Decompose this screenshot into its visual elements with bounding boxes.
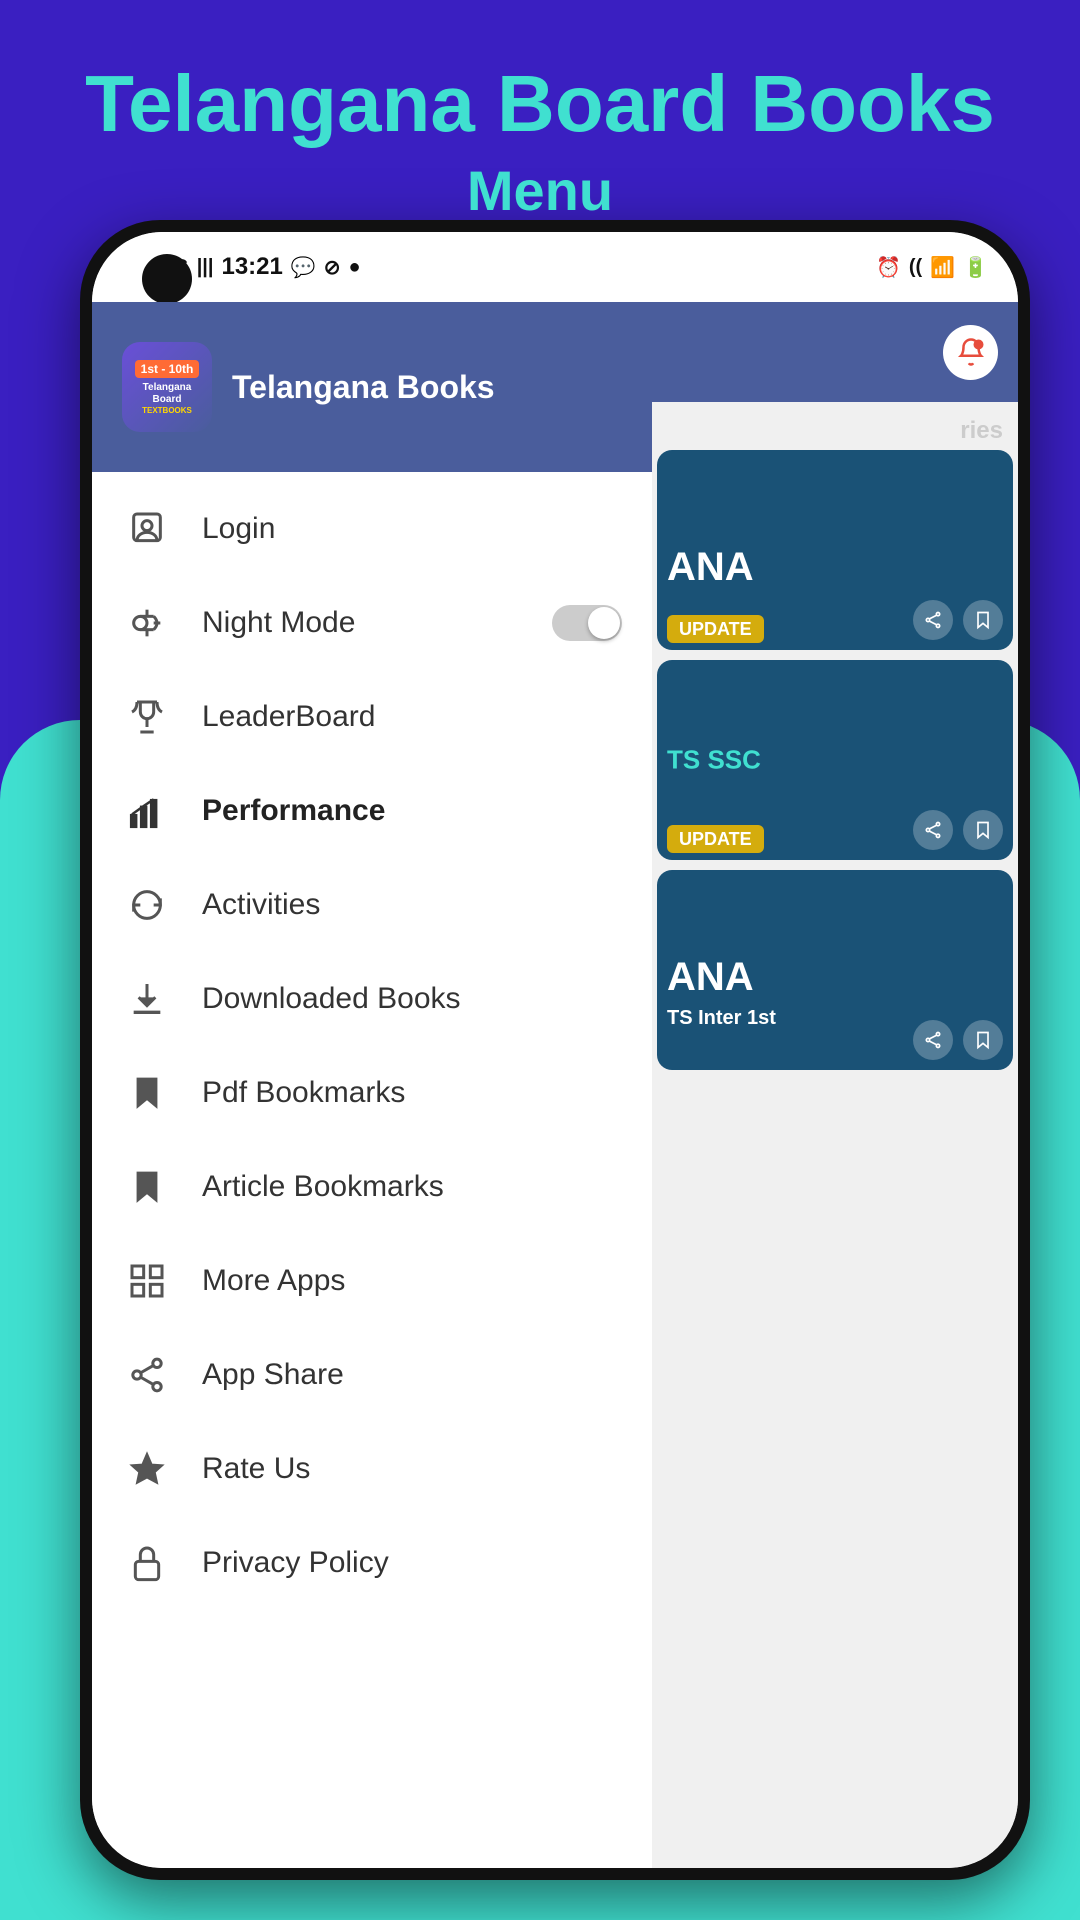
bookmark2-icon: [122, 1162, 172, 1212]
menu-label-night-mode: Night Mode: [202, 606, 522, 640]
download-icon: [122, 974, 172, 1024]
menu-label-login: Login: [202, 512, 622, 546]
status-bar: 4G ||| 13:21 💬 ⊘ ● ⏰ (( 📶 🔋: [92, 232, 1018, 302]
card2-badge: UPDATE: [667, 825, 764, 853]
menu-item-rate-us[interactable]: Rate Us: [92, 1422, 652, 1516]
share-action-icon[interactable]: [913, 600, 953, 640]
menu-item-more-apps[interactable]: More Apps: [92, 1234, 652, 1328]
card3-text: ANA: [667, 955, 754, 1000]
lock-icon: [122, 1538, 172, 1588]
card1-badge: UPDATE: [667, 615, 764, 643]
phone-screen: 4G ||| 13:21 💬 ⊘ ● ⏰ (( 📶 🔋 1st: [92, 232, 1018, 1868]
menu-item-pdf-bookmarks[interactable]: Pdf Bookmarks: [92, 1046, 652, 1140]
page-header: Telangana Board Books Menu: [0, 60, 1080, 223]
menu-item-performance[interactable]: Performance: [92, 764, 652, 858]
logo-text-line1: Telangana: [143, 382, 192, 394]
phone-frame: 4G ||| 13:21 💬 ⊘ ● ⏰ (( 📶 🔋 1st: [80, 220, 1030, 1880]
menu-label-article-bookmarks: Article Bookmarks: [202, 1170, 622, 1204]
alarm-icon: ⏰: [876, 255, 901, 280]
nfc-icon: ((: [909, 256, 922, 279]
menu-label-app-share: App Share: [202, 1358, 622, 1392]
menu-label-more-apps: More Apps: [202, 1264, 622, 1298]
status-right: ⏰ (( 📶 🔋: [876, 255, 988, 280]
logo-badge: 1st - 10th: [135, 360, 200, 378]
menu-item-article-bookmarks[interactable]: Article Bookmarks: [92, 1140, 652, 1234]
drawer-header: 1st - 10th Telangana Board TEXTBOOKS Tel…: [92, 302, 652, 472]
dot-icon: ●: [349, 256, 361, 279]
drawer-app-name: Telangana Books: [232, 369, 495, 406]
header-title: Telangana Board Books: [0, 60, 1080, 148]
card1-actions: [913, 600, 1003, 640]
menu-label-performance: Performance: [202, 794, 622, 828]
person-icon: [122, 504, 172, 554]
bookmark3-action-icon[interactable]: [963, 1020, 1003, 1060]
navigation-drawer: 1st - 10th Telangana Board TEXTBOOKS Tel…: [92, 302, 652, 1868]
whatsapp-icon: 💬: [291, 255, 316, 280]
trophy-icon: [122, 692, 172, 742]
bookmark-action-icon[interactable]: [963, 600, 1003, 640]
menu-item-activities[interactable]: Activities: [92, 858, 652, 952]
card2-label: TS SSC: [667, 745, 761, 776]
menu-label-leaderboard: LeaderBoard: [202, 700, 622, 734]
logo-text-line3: TEXTBOOKS: [142, 406, 192, 415]
card1-badge-area: UPDATE: [667, 619, 764, 640]
star-icon: [122, 1444, 172, 1494]
menu-item-privacy-policy[interactable]: Privacy Policy: [92, 1516, 652, 1610]
bookmark-icon: [122, 1068, 172, 1118]
app-logo: 1st - 10th Telangana Board TEXTBOOKS: [122, 342, 212, 432]
menu-list: Login: [92, 472, 652, 1868]
toggle-knob: [588, 607, 620, 639]
menu-item-downloaded-books[interactable]: Downloaded Books: [92, 952, 652, 1046]
menu-item-app-share[interactable]: App Share: [92, 1328, 652, 1422]
battery-icon: 🔋: [963, 255, 988, 280]
menu-item-night-mode[interactable]: Night Mode: [92, 576, 652, 670]
share3-action-icon[interactable]: [913, 1020, 953, 1060]
card2-ssc-text: TS SSC: [667, 745, 761, 775]
wifi-icon: 📶: [930, 255, 955, 280]
notification-bell-icon[interactable]: [943, 325, 998, 380]
categories-label: ries: [657, 412, 1013, 450]
header-subtitle: Menu: [0, 158, 1080, 223]
share2-action-icon[interactable]: [913, 810, 953, 850]
card-1: ANA UPDATE: [657, 450, 1013, 650]
card-2: TS SSC UPDATE: [657, 660, 1013, 860]
menu-item-login[interactable]: Login: [92, 482, 652, 576]
menu-label-downloaded-books: Downloaded Books: [202, 982, 622, 1016]
chart-icon: [122, 786, 172, 836]
card3-actions: [913, 1020, 1003, 1060]
card2-badge-area: UPDATE: [667, 829, 764, 850]
menu-label-pdf-bookmarks: Pdf Bookmarks: [202, 1076, 622, 1110]
time-display: 13:21: [221, 253, 282, 281]
app-content: 1st - 10th Telangana Board TEXTBOOKS Tel…: [92, 302, 1018, 1868]
night-mode-icon: [122, 598, 172, 648]
menu-label-activities: Activities: [202, 888, 622, 922]
menu-item-leaderboard[interactable]: LeaderBoard: [92, 670, 652, 764]
card3-inter-text: TS Inter 1st: [667, 1007, 776, 1029]
vpn-icon: ⊘: [324, 255, 341, 280]
refresh-icon: [122, 880, 172, 930]
camera-hole: [142, 254, 192, 304]
menu-label-rate-us: Rate Us: [202, 1452, 622, 1486]
night-mode-toggle[interactable]: [552, 605, 622, 641]
right-panel-content: ries ANA UPDATE: [652, 402, 1018, 1080]
card2-actions: [913, 810, 1003, 850]
bookmark2-action-icon[interactable]: [963, 810, 1003, 850]
right-content-panel: ries ANA UPDATE: [652, 302, 1018, 1868]
card3-ana-label: ANA: [667, 955, 754, 999]
signal-bars: |||: [197, 256, 214, 279]
card3-inter-label: TS Inter 1st: [667, 1007, 776, 1030]
right-app-bar: [652, 302, 1018, 402]
card1-label: ANA: [667, 545, 754, 589]
apps-icon: [122, 1256, 172, 1306]
card-3: ANA TS Inter 1st: [657, 870, 1013, 1070]
share-icon: [122, 1350, 172, 1400]
logo-text-line2: Board: [153, 394, 182, 406]
card1-text: ANA: [667, 545, 754, 590]
menu-label-privacy-policy: Privacy Policy: [202, 1546, 622, 1580]
